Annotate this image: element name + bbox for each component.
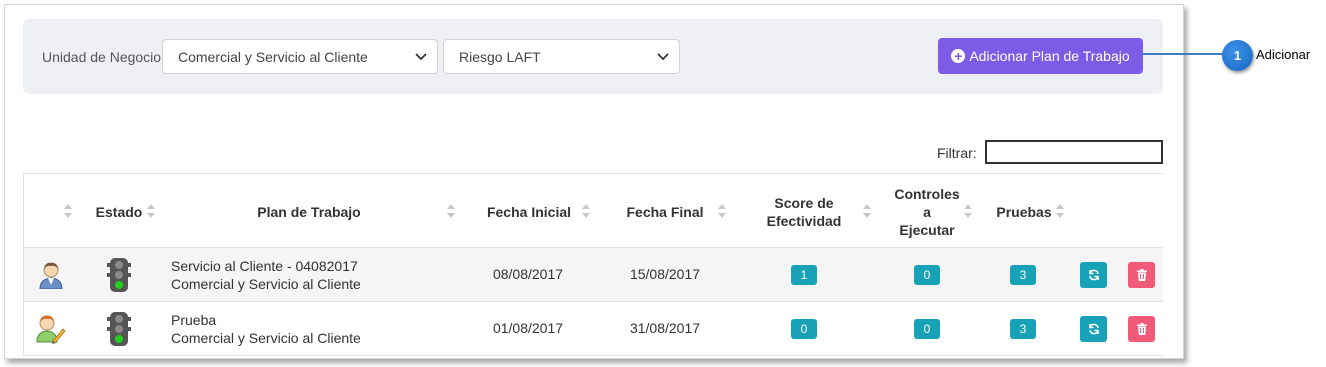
business-unit-label: Unidad de Negocio <box>42 49 162 65</box>
table-row: Servicio al Cliente - 04082017 Comercial… <box>23 248 1163 302</box>
business-unit-select[interactable]: Comercial y Servicio al Cliente <box>162 39 438 74</box>
column-controles-line3: Ejecutar <box>899 221 955 238</box>
risk-select-value: Riesgo LAFT <box>459 49 541 65</box>
pruebas-badge: 3 <box>1010 265 1036 285</box>
fecha-inicial: 08/08/2017 <box>492 266 564 282</box>
plan-cell: Servicio al Cliente - 04082017 Comercial… <box>171 257 361 293</box>
plan-cell: Prueba Comercial y Servicio al Cliente <box>171 311 361 347</box>
sort-icon[interactable] <box>64 204 72 218</box>
add-work-plan-button[interactable]: + Adicionar Plan de Trabajo <box>938 38 1143 74</box>
user-icon <box>38 261 64 290</box>
fecha-final: 31/08/2017 <box>629 320 701 336</box>
column-controles-line2: a <box>923 203 931 220</box>
column-controles-line1: Controles <box>894 185 960 202</box>
callout-connector <box>1143 53 1225 55</box>
plan-name: Servicio al Cliente - 04082017 <box>171 258 358 274</box>
controles-badge: 0 <box>914 319 940 339</box>
score-badge: 1 <box>791 265 817 285</box>
filter-label: Filtrar: <box>937 145 977 161</box>
sort-icon[interactable] <box>718 204 726 218</box>
column-fecha-inicial[interactable]: Fecha Inicial <box>479 174 579 249</box>
plan-business-unit: Comercial y Servicio al Cliente <box>171 330 361 346</box>
sort-icon[interactable] <box>582 204 590 218</box>
plan-business-unit: Comercial y Servicio al Cliente <box>171 276 361 292</box>
delete-button[interactable] <box>1128 262 1155 288</box>
chevron-down-icon <box>657 53 669 61</box>
plus-circle-icon: + <box>951 49 966 63</box>
sort-icon[interactable] <box>863 204 871 218</box>
chevron-down-icon <box>415 53 427 61</box>
score-badge: 0 <box>791 319 817 339</box>
trash-icon <box>1136 323 1147 335</box>
pruebas-badge: 3 <box>1010 319 1036 339</box>
filter-bar: Unidad de Negocio Comercial y Servicio a… <box>23 19 1163 94</box>
refresh-icon <box>1088 323 1099 335</box>
user-edit-icon <box>36 314 66 344</box>
column-estado[interactable]: Estado <box>94 174 144 249</box>
traffic-light-green-icon <box>107 258 131 292</box>
fecha-final: 15/08/2017 <box>629 266 701 282</box>
column-score-line2: Efectividad <box>766 212 842 229</box>
sort-icon[interactable] <box>447 204 455 218</box>
app-window: Unidad de Negocio Comercial y Servicio a… <box>4 4 1184 359</box>
column-fecha-final[interactable]: Fecha Final <box>620 174 710 249</box>
refresh-button[interactable] <box>1080 316 1107 342</box>
fecha-inicial: 01/08/2017 <box>492 320 564 336</box>
callout-label: Adicionar <box>1256 47 1311 62</box>
controles-badge: 0 <box>914 265 940 285</box>
delete-button[interactable] <box>1128 316 1155 342</box>
sort-icon[interactable] <box>964 204 972 218</box>
refresh-icon <box>1088 269 1099 281</box>
column-score-efectividad[interactable]: Score de Efectividad <box>759 174 849 249</box>
work-plan-table: Estado Plan de Trabajo Fecha Inicial Fec… <box>23 173 1163 356</box>
table-row: Prueba Comercial y Servicio al Cliente 0… <box>23 302 1163 356</box>
trash-icon <box>1136 269 1147 281</box>
refresh-button[interactable] <box>1080 262 1107 288</box>
column-controles-a-ejecutar[interactable]: Controles a Ejecutar <box>884 174 970 249</box>
column-plan-de-trabajo[interactable]: Plan de Trabajo <box>239 174 379 249</box>
filter-input[interactable] <box>985 140 1163 164</box>
traffic-light-green-icon <box>107 312 131 346</box>
add-work-plan-label: Adicionar Plan de Trabajo <box>969 48 1130 64</box>
plan-name: Prueba <box>171 312 217 328</box>
sort-icon[interactable] <box>147 204 155 218</box>
column-pruebas[interactable]: Pruebas <box>992 174 1056 249</box>
table-header: Estado Plan de Trabajo Fecha Inicial Fec… <box>23 173 1163 248</box>
sort-icon[interactable] <box>1056 204 1064 218</box>
column-score-line1: Score de <box>774 194 834 211</box>
callout-number: 1 <box>1222 40 1253 71</box>
risk-select[interactable]: Riesgo LAFT <box>443 39 680 74</box>
business-unit-select-value: Comercial y Servicio al Cliente <box>178 49 368 65</box>
